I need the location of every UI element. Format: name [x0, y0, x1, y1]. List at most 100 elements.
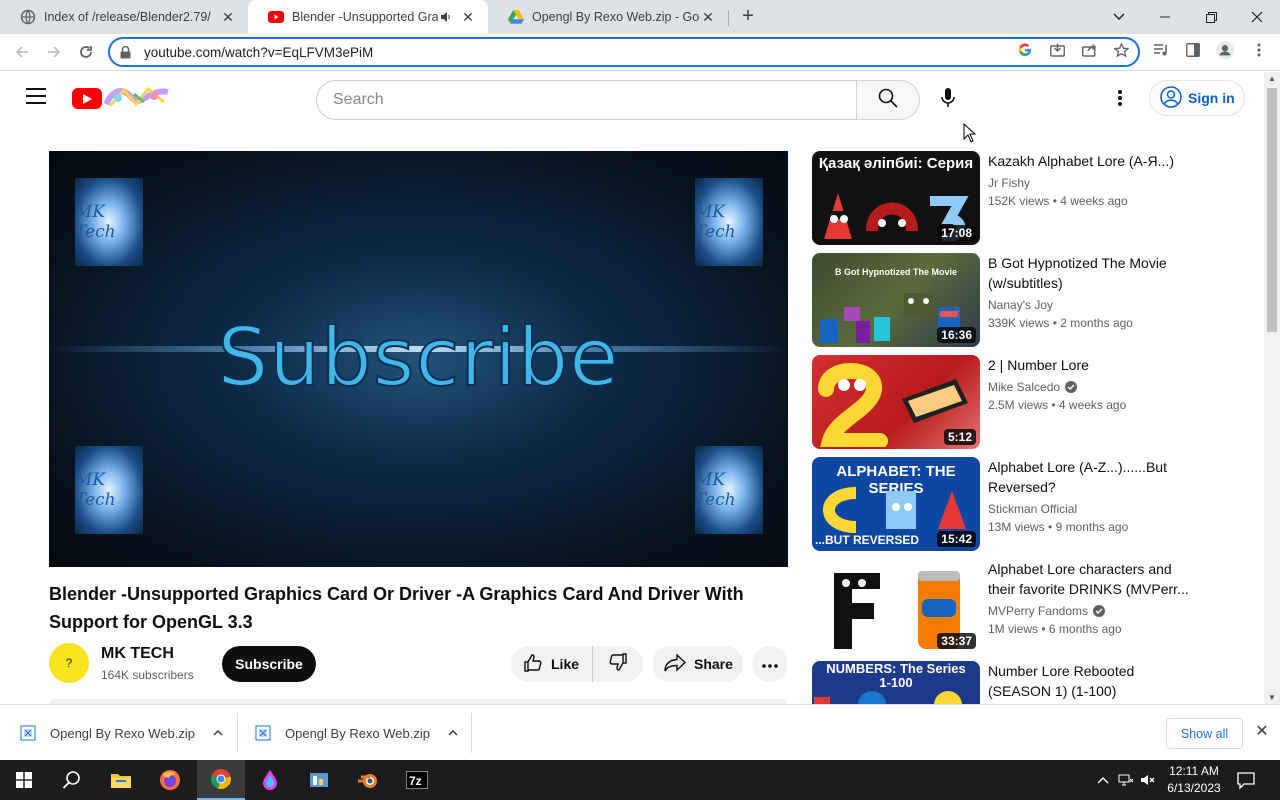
search-taskbar-icon[interactable] — [48, 760, 96, 800]
video-title[interactable]: Alphabet Lore (A-Z...)......But Reversed… — [988, 457, 1193, 497]
video-thumbnail[interactable]: Қазақ әліпбиі: Серия 17:08 — [812, 151, 980, 245]
video-thumbnail[interactable]: B Got Hypnotized The Movie 16:36 — [812, 253, 980, 347]
tab-search-icon[interactable] — [1096, 0, 1142, 34]
tab-google-drive[interactable]: Opengl By Rexo Web.zip - Google Drive ✕ — [488, 0, 728, 34]
video-thumbnail[interactable]: ALPHABET: THE SERIES ...BUT REVERSED 15:… — [812, 457, 980, 551]
video-meta: 152K views • 4 weeks ago — [988, 194, 1128, 208]
thumbnail-caption: B Got Hypnotized The Movie — [834, 267, 957, 277]
watermark-top-left: MK Tech — [75, 178, 143, 266]
blender-icon[interactable] — [344, 760, 392, 800]
subscribe-button[interactable]: Subscribe — [222, 646, 316, 682]
show-all-downloads-button[interactable]: Show all — [1166, 718, 1243, 749]
thumbnail-art — [814, 691, 962, 704]
share-button[interactable]: Share — [652, 646, 743, 682]
chrome-menu-icon[interactable] — [1250, 41, 1268, 59]
channel-label: Nanay's Joy — [988, 298, 1053, 312]
chrome-taskbar-icon[interactable] — [197, 760, 245, 800]
close-window-button[interactable] — [1234, 0, 1280, 34]
channel-name[interactable]: Mike Salcedo — [988, 380, 1078, 394]
recommended-video[interactable]: ALPHABET: THE SERIES ...BUT REVERSED 15:… — [812, 457, 1232, 551]
video-title[interactable]: Alphabet Lore characters and their favor… — [988, 559, 1193, 599]
video-duration: 15:42 — [937, 531, 976, 547]
download-item[interactable]: Opengl By Rexo Web.zip — [255, 705, 458, 761]
youtube-logo-icon[interactable] — [72, 88, 102, 109]
video-thumbnail[interactable]: NUMBERS: The Series 1-100 — [812, 661, 980, 704]
scroll-down-icon[interactable]: ▼ — [1268, 693, 1276, 702]
download-filename: Opengl By Rexo Web.zip — [285, 725, 430, 741]
tab-close-icon[interactable]: ✕ — [700, 9, 716, 25]
google-icon[interactable] — [1016, 41, 1034, 59]
page-scrollbar[interactable]: ▲ ▼ — [1264, 72, 1280, 704]
channel-name[interactable]: MVPerry Fandoms — [988, 604, 1106, 618]
scrollbar-thumb[interactable] — [1267, 88, 1277, 332]
file-explorer-icon[interactable] — [97, 760, 145, 800]
verified-badge-icon — [1093, 605, 1106, 617]
youtube-doodle-icon[interactable] — [103, 84, 170, 110]
lock-icon[interactable] — [120, 45, 134, 59]
video-thumbnail[interactable]: 5:12 — [812, 355, 980, 449]
bookmark-star-icon[interactable] — [1112, 41, 1130, 59]
firefox-icon[interactable] — [146, 760, 194, 800]
video-meta: 339K views • 2 months ago — [988, 316, 1133, 330]
recommended-video[interactable]: 5:12 2 | Number Lore Mike Salcedo 2.5M v… — [812, 355, 1232, 449]
recommended-video[interactable]: NUMBERS: The Series 1-100 Number Lore Re… — [812, 661, 1232, 704]
close-shelf-icon[interactable]: ✕ — [1253, 723, 1271, 741]
start-windows-icon[interactable] — [0, 760, 48, 800]
notification-center-icon[interactable] — [1236, 770, 1256, 790]
show-hidden-icons-icon[interactable] — [1095, 772, 1111, 788]
recommended-video[interactable]: 33:37 Alphabet Lore characters and their… — [812, 559, 1232, 653]
channel-avatar[interactable]: ? — [49, 643, 89, 683]
tab-youtube-blender[interactable]: Blender -Unsupported Graphics Card ✕ — [248, 0, 488, 34]
minimize-button[interactable] — [1142, 0, 1188, 34]
scroll-up-icon[interactable]: ▲ — [1268, 74, 1276, 83]
search-input[interactable]: Search — [316, 80, 857, 120]
sign-in-button[interactable]: Sign in — [1149, 80, 1245, 116]
dislike-button[interactable] — [593, 646, 643, 682]
channel-name[interactable]: Jr Fishy — [988, 176, 1030, 190]
chevron-up-icon[interactable] — [213, 730, 223, 736]
channel-name[interactable]: Nanay's Joy — [988, 298, 1053, 312]
chevron-up-icon[interactable] — [448, 730, 458, 736]
more-actions-button[interactable] — [752, 646, 788, 682]
network-icon[interactable] — [1118, 772, 1134, 788]
media-control-icon[interactable] — [1152, 41, 1170, 59]
share-page-icon[interactable] — [1080, 41, 1098, 59]
video-thumbnail[interactable]: 33:37 — [812, 559, 980, 653]
video-title[interactable]: Number Lore Rebooted (SEASON 1) (1-100) — [988, 661, 1193, 701]
tab-close-icon[interactable]: ✕ — [460, 9, 476, 25]
upload-age: 6 months ago — [1048, 622, 1122, 636]
droplet-app-icon[interactable] — [246, 760, 294, 800]
forward-button[interactable] — [40, 38, 68, 66]
tab-close-icon[interactable]: ✕ — [220, 9, 236, 25]
tab-blender-index[interactable]: Index of /release/Blender2.79/ ✕ — [0, 0, 248, 34]
recommended-video[interactable]: B Got Hypnotized The Movie 16:36 B Got H… — [812, 253, 1232, 347]
profile-icon[interactable] — [1216, 41, 1234, 59]
voice-search-button[interactable] — [930, 80, 966, 120]
channel-name[interactable]: Stickman Official — [988, 502, 1077, 516]
reload-button[interactable] — [72, 38, 100, 66]
url-text[interactable]: youtube.com/watch?v=EqLFVM3ePiM — [144, 45, 1138, 60]
system-clock[interactable]: 12:11 AM 6/13/2023 — [1160, 763, 1228, 797]
new-tab-button[interactable]: + — [737, 6, 759, 28]
download-item[interactable]: Opengl By Rexo Web.zip — [20, 705, 223, 761]
video-title[interactable]: 2 | Number Lore — [988, 355, 1193, 375]
video-title[interactable]: B Got Hypnotized The Movie (w/subtitles) — [988, 253, 1193, 293]
control-panel-icon[interactable] — [295, 760, 343, 800]
address-bar[interactable]: youtube.com/watch?v=EqLFVM3ePiM — [108, 37, 1140, 67]
restore-button[interactable] — [1188, 0, 1234, 34]
side-panel-icon[interactable] — [1184, 41, 1202, 59]
video-title[interactable]: Kazakh Alphabet Lore (А-Я...) — [988, 151, 1193, 171]
volume-muted-icon[interactable] — [1140, 772, 1156, 788]
recommended-video[interactable]: Қазақ әліпбиі: Серия 17:08 Kazakh Alphab… — [812, 151, 1232, 245]
settings-more-icon[interactable] — [1108, 86, 1132, 110]
install-app-icon[interactable] — [1048, 41, 1066, 59]
video-player[interactable]: MK Tech MK Tech MK Tech MK Tech Subscrib… — [49, 151, 788, 567]
like-button[interactable]: Like — [511, 646, 593, 682]
back-button[interactable] — [8, 38, 36, 66]
7zip-icon[interactable]: 7z — [393, 760, 441, 800]
channel-name[interactable]: MK TECH — [101, 645, 174, 663]
view-count: 1M views — [988, 622, 1039, 636]
search-button[interactable] — [856, 80, 920, 120]
speaker-icon[interactable] — [438, 9, 454, 25]
hamburger-menu-icon[interactable] — [26, 88, 46, 104]
